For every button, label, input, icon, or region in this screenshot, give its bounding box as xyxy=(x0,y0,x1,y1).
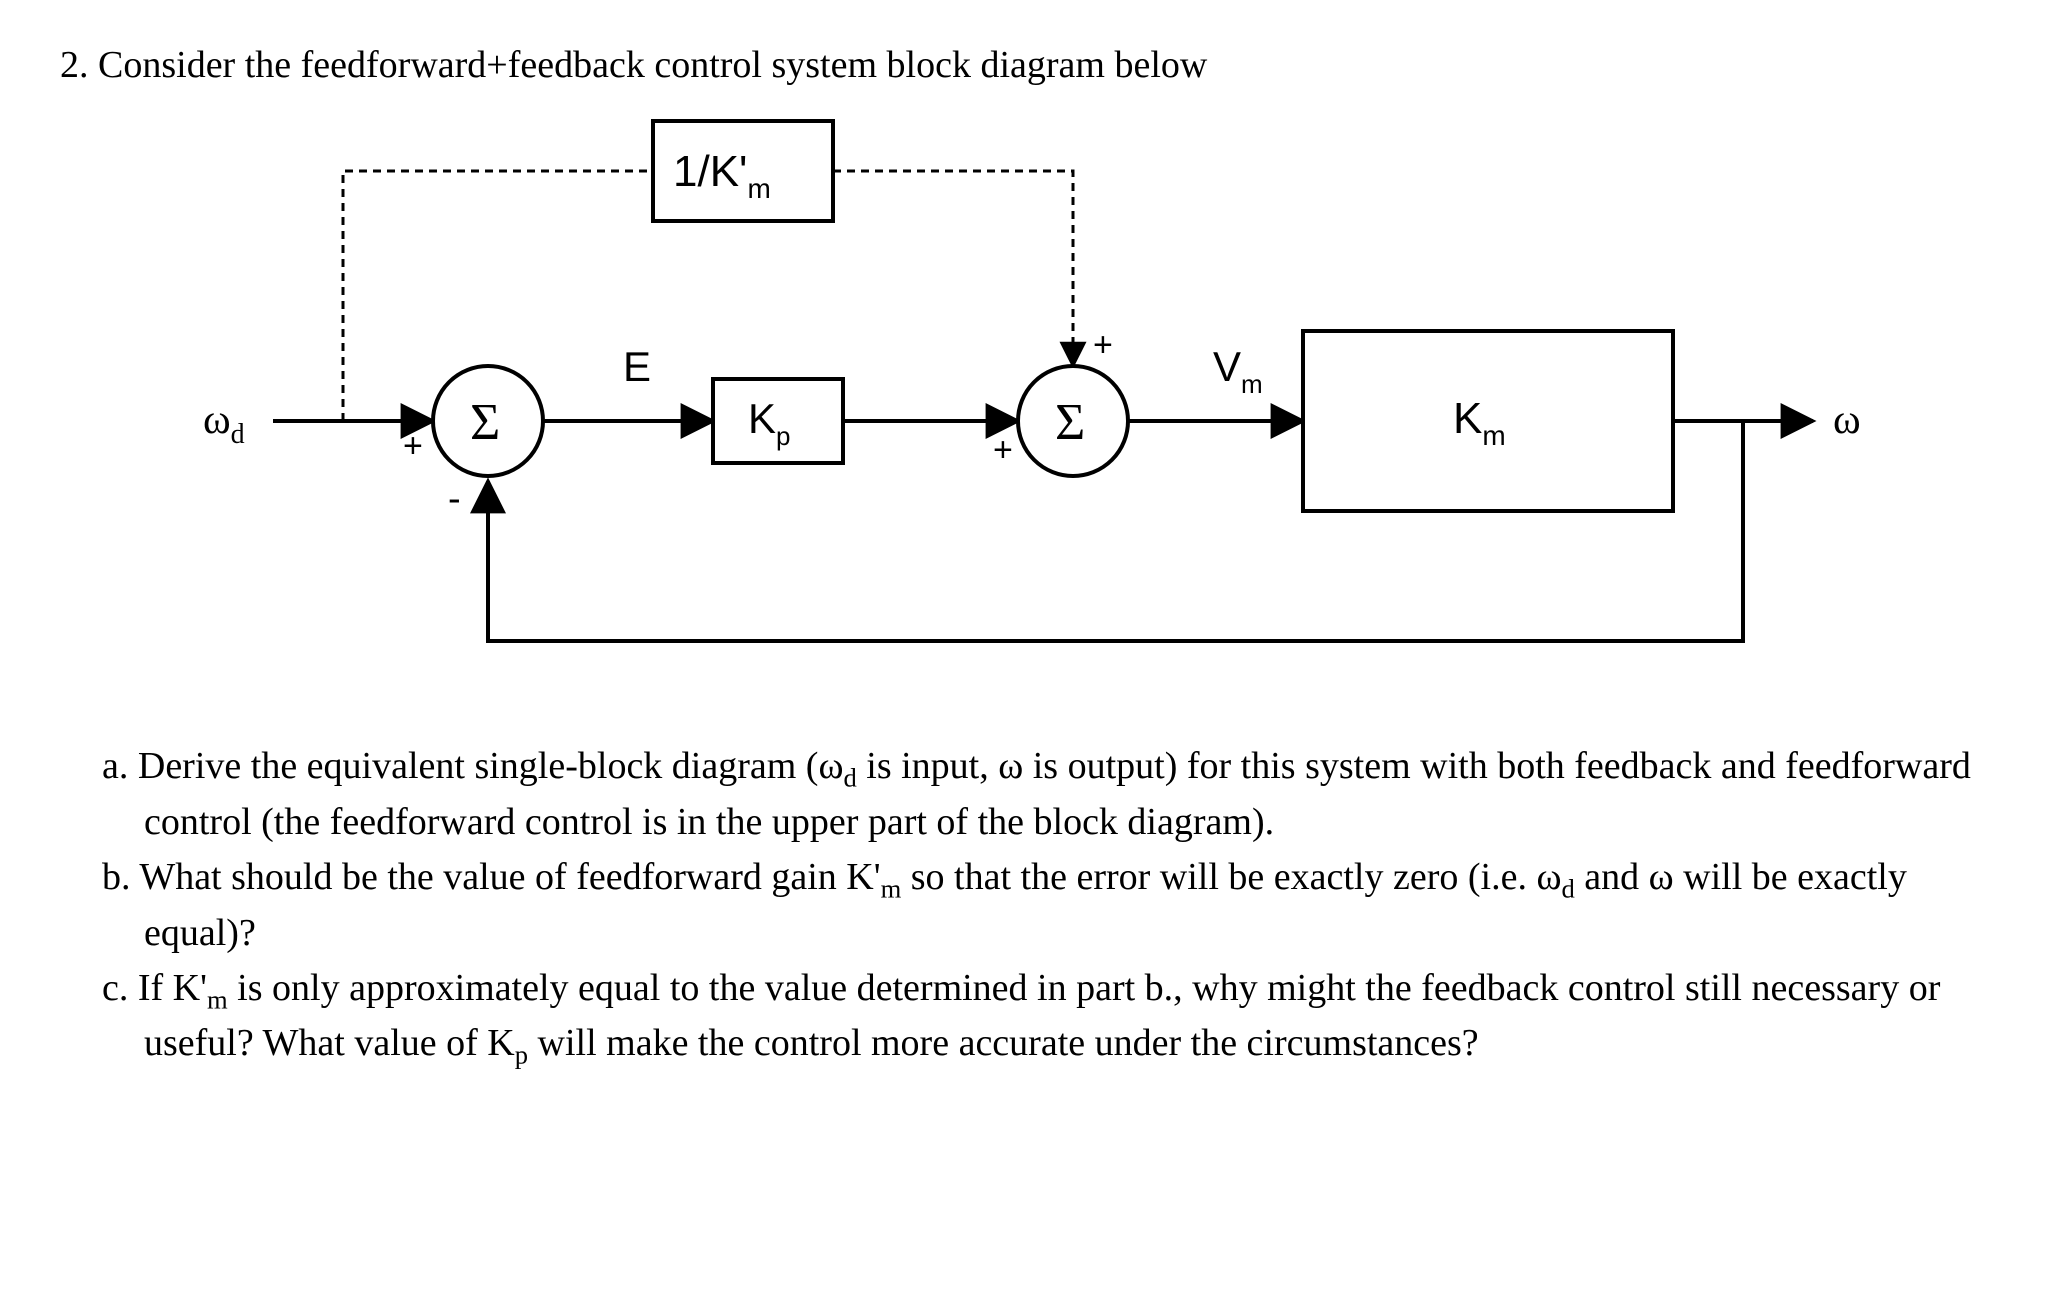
question-prompt: 2. Consider the feedforward+feedback con… xyxy=(60,40,1986,91)
error-label: E xyxy=(623,343,651,390)
output-omega-label: ω xyxy=(1833,397,1861,443)
block-diagram: ωd + 1/K'm + Σ E Kp + Σ Vm xyxy=(173,101,1873,711)
part-a-text: Derive the equivalent single-block diagr… xyxy=(138,745,1971,842)
part-c-letter: c. xyxy=(102,967,128,1009)
sum2-sigma: Σ xyxy=(1055,394,1085,451)
wire-ff-branch-right xyxy=(833,171,1073,366)
question-text: Consider the feedforward+feedback contro… xyxy=(98,44,1207,86)
sum1-minus-sign: - xyxy=(448,478,461,520)
sum1-sigma: Σ xyxy=(470,394,500,451)
vm-label: Vm xyxy=(1213,343,1263,399)
sum2-top-plus-sign: + xyxy=(1093,326,1113,364)
sum1-plus-sign: + xyxy=(403,427,423,465)
part-c: c. If K'm is only approximately equal to… xyxy=(60,963,1986,1074)
sub-questions: a. Derive the equivalent single-block di… xyxy=(60,741,1986,1074)
part-a: a. Derive the equivalent single-block di… xyxy=(60,741,1986,848)
part-a-letter: a. xyxy=(102,745,128,787)
block-diagram-container: ωd + 1/K'm + Σ E Kp + Σ Vm xyxy=(60,101,1986,711)
part-b-letter: b. xyxy=(102,856,131,898)
part-b-text: What should be the value of feedforward … xyxy=(139,856,1907,953)
input-omega-label: ωd xyxy=(203,397,245,450)
part-c-text: If K'm is only approximately equal to th… xyxy=(138,967,1940,1064)
part-b: b. What should be the value of feedforwa… xyxy=(60,852,1986,959)
sum2-left-plus-sign: + xyxy=(993,431,1013,469)
question-number: 2. xyxy=(60,44,89,86)
